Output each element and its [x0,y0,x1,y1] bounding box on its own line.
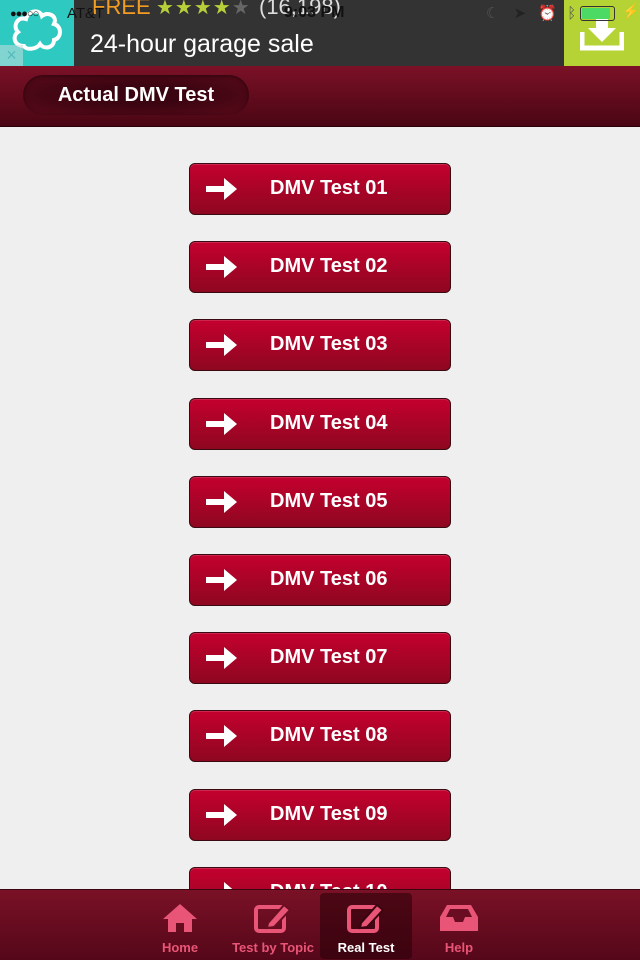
tab-help[interactable]: Help [413,893,505,959]
location-icon: ➤ [513,5,527,22]
moon-icon: ☾ [486,5,500,22]
test-button[interactable]: DMV Test 08 [189,710,451,763]
test-button[interactable]: DMV Test 01 [189,163,451,215]
tab-test-by-topic[interactable]: Test by Topic [227,893,319,959]
test-button[interactable]: DMV Test 09 [189,788,451,841]
battery-level [582,8,610,19]
battery-icon [580,6,615,21]
test-button-label: DMV Test 09 [270,802,388,825]
test-button[interactable]: DMV Test 02 [189,241,451,294]
arrow-right-icon [224,881,233,889]
page-title: Actual DMV Test [57,84,215,106]
edit-icon [254,903,292,933]
header-title-pill: Actual DMV Test [23,75,249,115]
test-button[interactable]: DMV Test 06 [189,554,451,606]
test-button-label: DMV Test 05 [270,489,388,512]
test-button-label: DMV Test 08 [270,724,388,747]
test-list[interactable]: DMV Test 01 DMV Test 02 DMV Test 03 DMV Tes… [0,127,640,889]
tab-label: Test by Topic [232,940,314,955]
ad-close-button[interactable]: × [0,45,23,66]
tab-bar: Home Test by Topic Real Test Help [0,889,640,960]
tab-home[interactable]: Home [134,893,226,959]
arrow-right-icon [206,569,237,591]
status-time: 9:03 PM [284,4,345,21]
status-icons: ☾ ➤ ⏰ ᛒ [486,4,576,22]
arrow-right-icon [206,490,237,513]
test-button-label: DMV Test 07 [270,646,388,669]
tab-label: Help [444,940,474,955]
test-button[interactable]: DMV Test 10 [189,866,451,889]
arrow-right-icon [206,725,237,748]
arrow-right-icon [206,256,237,279]
ad-title[interactable]: 24-hour garage sale [90,30,314,59]
carrier-name: AT&T [67,5,105,22]
test-button-label: DMV Test 04 [270,411,388,434]
test-button-label: DMV Test 03 [270,333,388,356]
arrow-right-icon [206,334,237,357]
bluetooth-icon: ᛒ [567,5,577,22]
edit-icon [347,903,385,933]
arrow-right-icon [206,803,237,826]
arrow-right-icon [206,647,237,670]
inbox-icon [440,905,478,931]
charging-icon: ⚡ [622,3,640,19]
tab-label: Real Test [337,940,395,955]
alarm-icon: ⏰ [538,5,558,22]
tab-real-test[interactable]: Real Test [320,893,412,959]
page-header: Actual DMV Test [0,66,640,127]
test-button[interactable]: DMV Test 04 [189,397,451,450]
test-button-label: DMV Test 01 [270,177,388,199]
signal-strength: ●●●○○ [10,8,39,20]
test-button[interactable]: DMV Test 03 [189,319,451,372]
test-button-label: DMV Test 10 [270,881,387,889]
test-button[interactable]: DMV Test 05 [189,475,451,528]
status-bar: ●●●○○ AT&T 9:03 PM ☾ ➤ ⏰ ᛒ ⚡ [0,0,640,26]
test-button-label: DMV Test 06 [270,568,388,590]
home-icon [163,904,197,932]
tab-label: Home [161,940,199,955]
arrow-right-icon [206,178,237,200]
test-button[interactable]: DMV Test 07 [189,632,451,685]
test-button-label: DMV Test 02 [270,255,388,278]
arrow-right-icon [206,412,237,435]
